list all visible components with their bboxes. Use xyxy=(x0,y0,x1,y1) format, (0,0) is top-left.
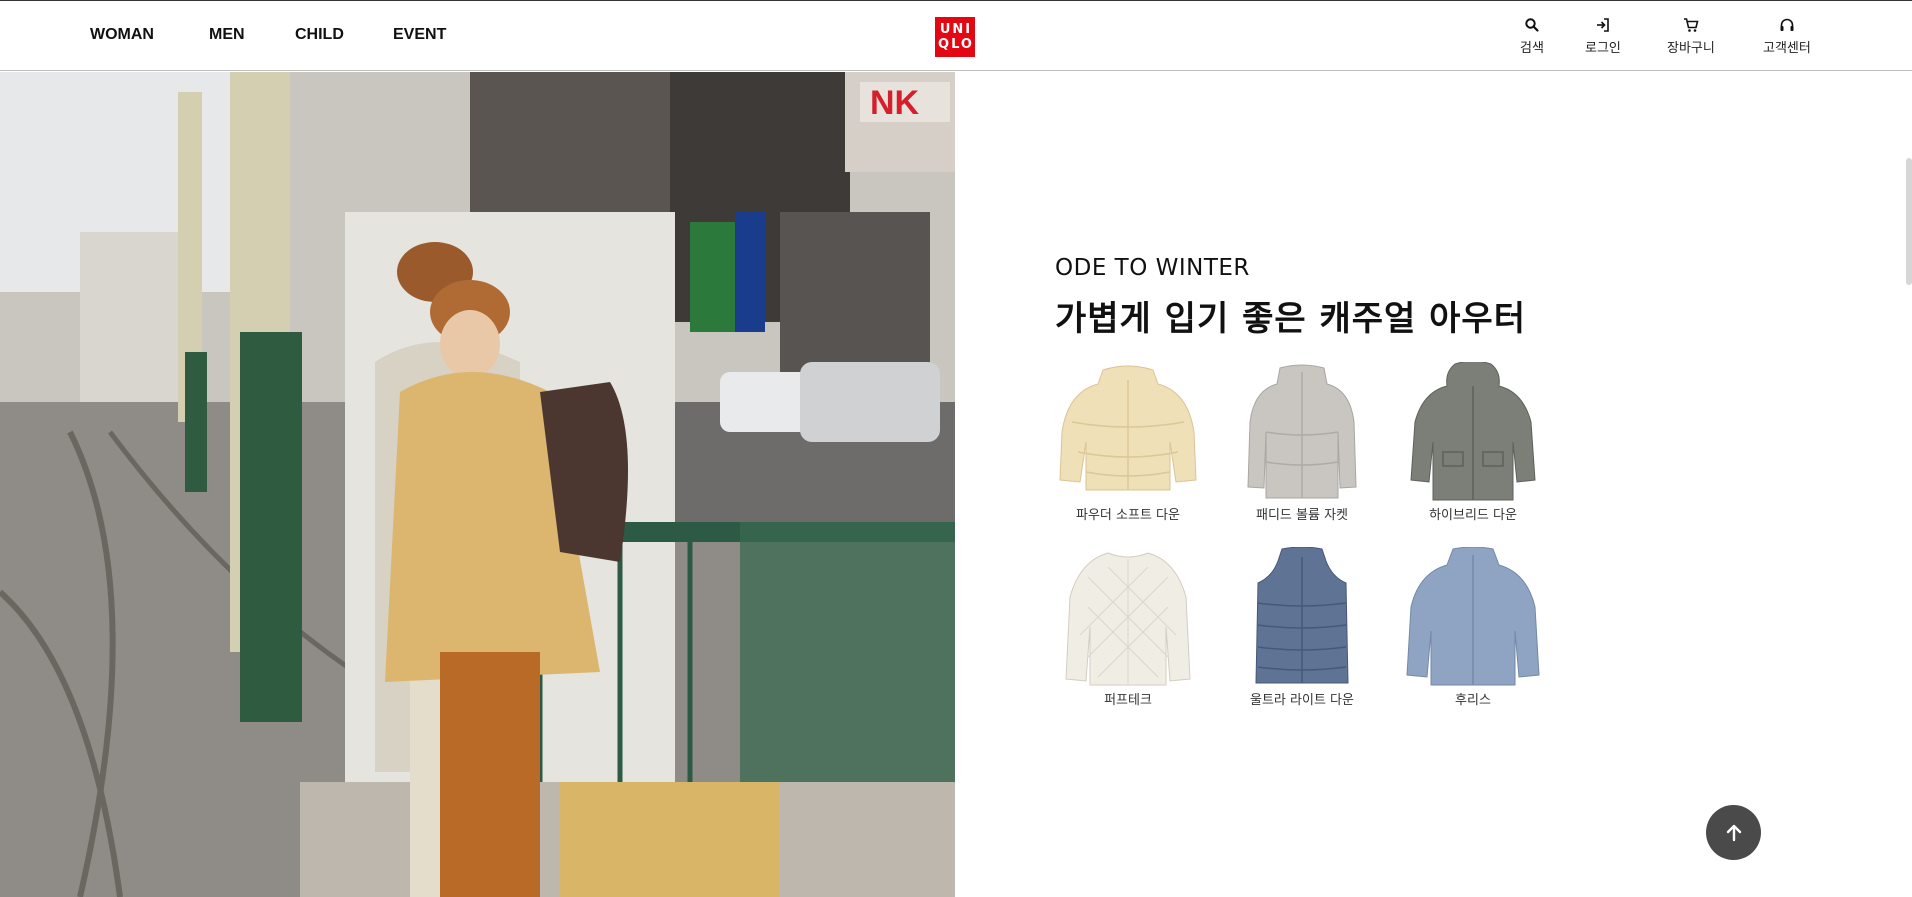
product-pufftech[interactable]: 퍼프테크 xyxy=(1053,547,1203,708)
product-name: 패디드 볼륨 자켓 xyxy=(1256,508,1348,523)
product-name: 울트라 라이트 다운 xyxy=(1250,693,1354,708)
feature-subtitle: ODE TO WINTER xyxy=(1055,255,1250,281)
vest-image xyxy=(1255,547,1349,684)
jacket-image xyxy=(1065,552,1191,686)
hero-photo[interactable]: NK xyxy=(0,72,955,897)
product-name: 파우더 소프트 다운 xyxy=(1076,508,1180,523)
cart-label: 장바구니 xyxy=(1667,41,1715,56)
product-padded-volume-jacket[interactable]: 패디드 볼륨 자켓 xyxy=(1227,362,1377,523)
login-button[interactable]: 로그인 xyxy=(1585,17,1621,56)
logo-line-1: UNI xyxy=(939,22,973,37)
product-hybrid-down[interactable]: 하이브리드 다운 xyxy=(1398,362,1548,523)
nav-woman[interactable]: WOMAN xyxy=(90,26,154,44)
cart-button[interactable]: 장바구니 xyxy=(1667,17,1715,56)
product-fleece[interactable]: 후리스 xyxy=(1398,547,1548,708)
svg-text:NK: NK xyxy=(870,84,920,122)
street-scene-image: NK xyxy=(0,72,955,897)
nav-men[interactable]: MEN xyxy=(209,26,245,44)
nav-child[interactable]: CHILD xyxy=(295,26,344,44)
search-button[interactable]: 검색 xyxy=(1520,17,1544,56)
jacket-image xyxy=(1410,362,1536,501)
page-scrollbar[interactable] xyxy=(1906,158,1912,285)
feature-headline: 가볍게 입기 좋은 캐주얼 아우터 xyxy=(1055,299,1526,339)
login-label: 로그인 xyxy=(1585,41,1621,56)
nav-event[interactable]: EVENT xyxy=(393,26,446,44)
logo-line-2: QLO xyxy=(938,37,974,52)
fleece-image xyxy=(1406,547,1540,686)
product-powder-soft-down[interactable]: 파우더 소프트 다운 xyxy=(1053,362,1203,523)
product-name: 퍼프테크 xyxy=(1104,693,1152,708)
product-ultra-light-down[interactable]: 울트라 라이트 다운 xyxy=(1227,547,1377,708)
customer-center-label: 고객센터 xyxy=(1763,41,1811,56)
product-name: 후리스 xyxy=(1455,693,1491,708)
site-header: WOMAN MEN CHILD EVENT UNI QLO 검색 로그인 장바구… xyxy=(0,0,1912,71)
login-icon xyxy=(1596,18,1609,32)
customer-center-button[interactable]: 고객센터 xyxy=(1763,17,1811,56)
cart-icon xyxy=(1683,18,1699,32)
jacket-image xyxy=(1059,365,1197,491)
search-icon xyxy=(1525,18,1539,32)
back-to-top-button[interactable] xyxy=(1706,805,1761,860)
headset-icon xyxy=(1780,18,1794,31)
arrow-up-icon xyxy=(1726,824,1741,841)
uniqlo-logo[interactable]: UNI QLO xyxy=(935,17,975,57)
jacket-image xyxy=(1247,364,1357,499)
product-name: 하이브리드 다운 xyxy=(1429,508,1517,523)
search-label: 검색 xyxy=(1520,41,1544,56)
